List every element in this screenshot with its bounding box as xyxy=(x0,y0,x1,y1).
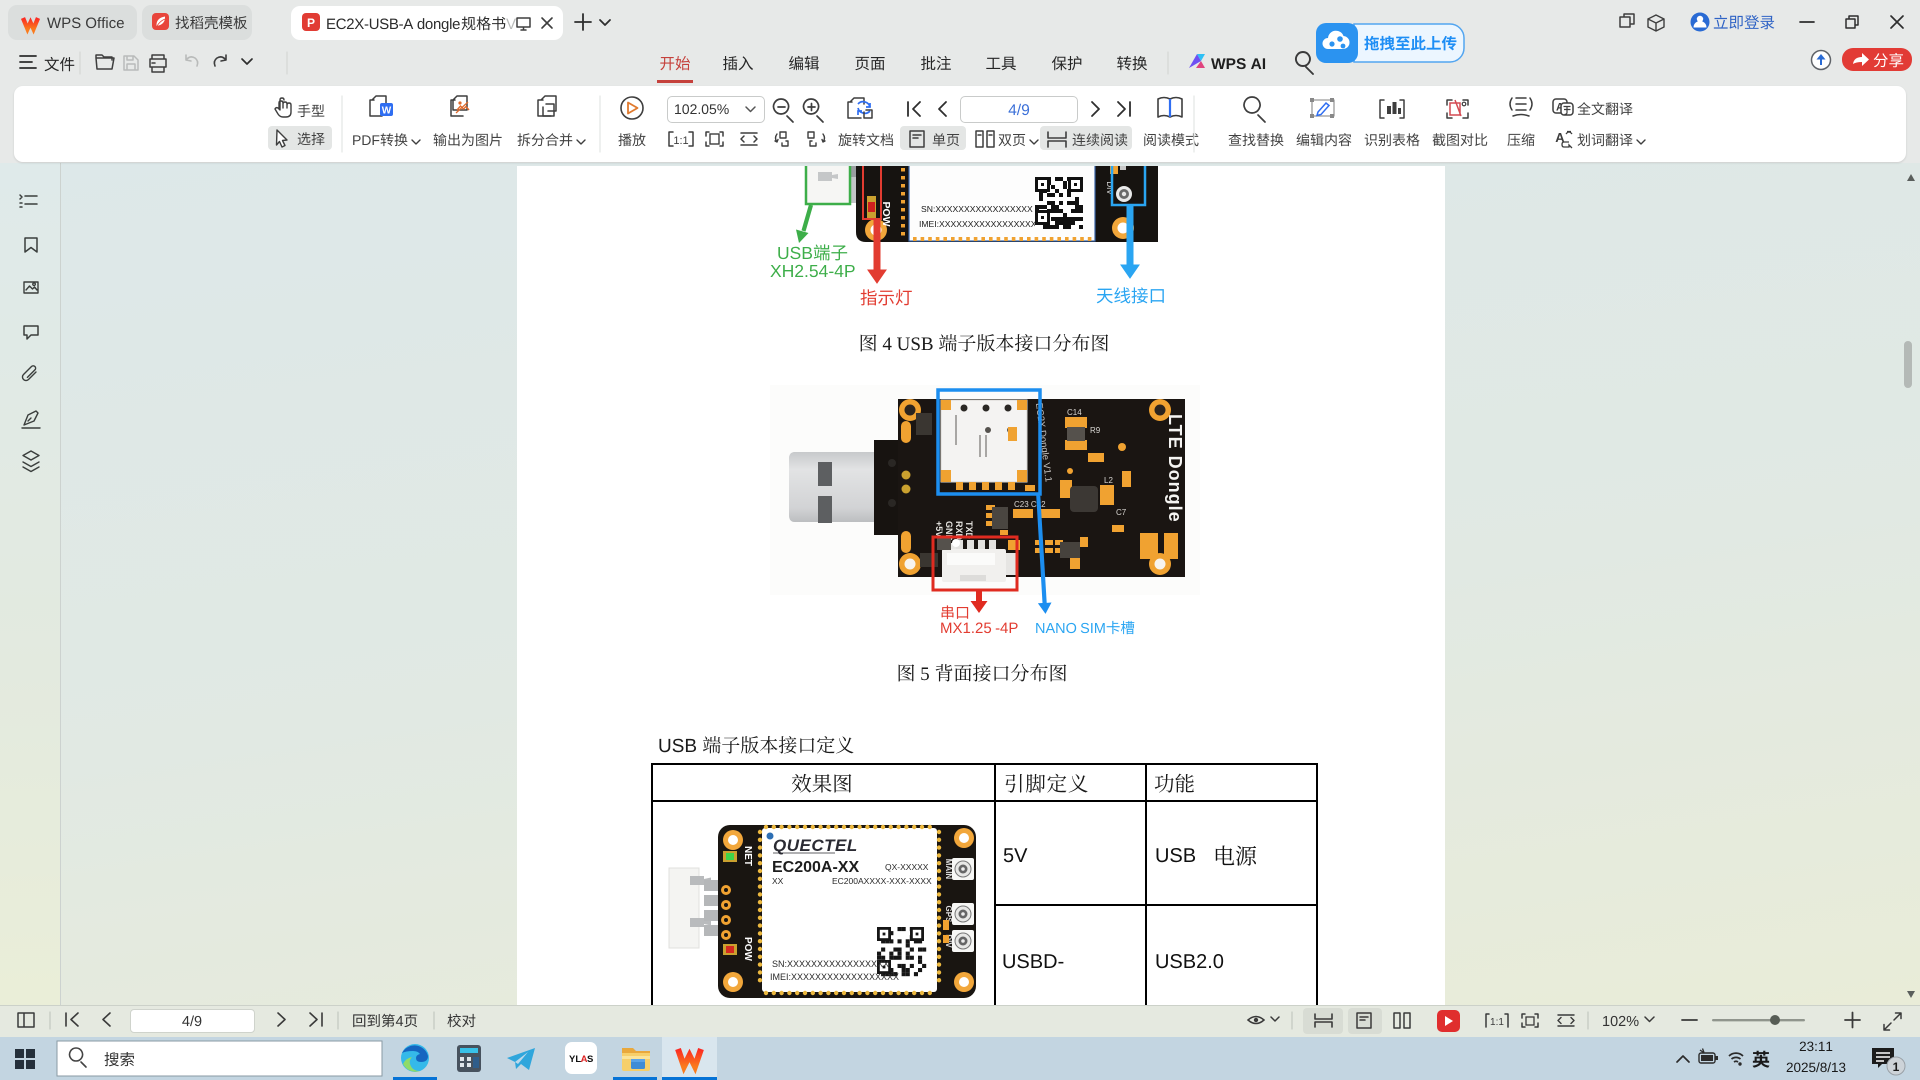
svg-text:A: A xyxy=(1555,130,1565,145)
svg-text:1:1: 1:1 xyxy=(1490,1017,1504,1028)
svg-text:1:1: 1:1 xyxy=(673,135,688,147)
svg-text:YL: YL xyxy=(569,1054,581,1065)
svg-text:P: P xyxy=(307,16,315,30)
svg-text:S: S xyxy=(587,1054,593,1065)
svg-text:W: W xyxy=(382,106,392,117)
svg-text:1: 1 xyxy=(1893,1060,1900,1074)
